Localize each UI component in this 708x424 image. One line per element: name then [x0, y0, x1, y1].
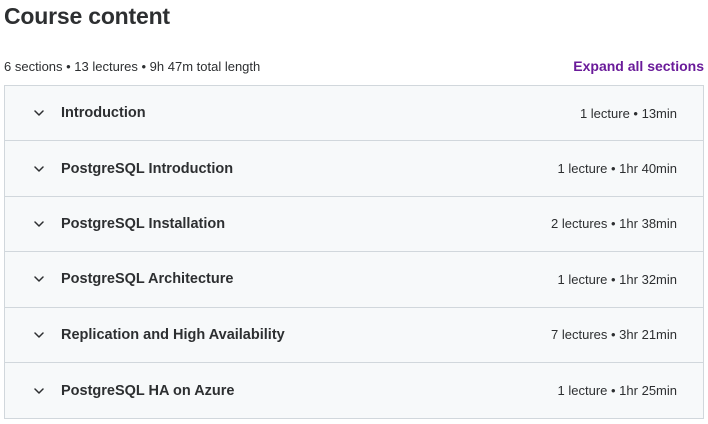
- sections-list: Introduction 1 lecture • 13min PostgreSQ…: [4, 85, 704, 420]
- section-title: PostgreSQL Introduction: [61, 160, 234, 177]
- section-title: PostgreSQL Installation: [61, 215, 226, 232]
- chevron-down-icon: [33, 385, 45, 397]
- section-info: 1 lecture • 1hr 32min: [557, 271, 677, 287]
- section-title: Replication and High Availability: [61, 326, 285, 343]
- section-item[interactable]: PostgreSQL HA on Azure 1 lecture • 1hr 2…: [5, 363, 703, 418]
- section-title: Introduction: [61, 105, 146, 122]
- chevron-down-icon: [33, 107, 45, 119]
- section-info: 1 lecture • 1hr 40min: [557, 161, 677, 177]
- section-item[interactable]: PostgreSQL Installation 2 lectures • 1hr…: [5, 197, 703, 253]
- section-info: 1 lecture • 13min: [579, 105, 677, 121]
- section-info: 1 lecture • 1hr 25min: [557, 383, 677, 399]
- section-item[interactable]: Replication and High Availability 7 lect…: [5, 308, 703, 363]
- section-title: PostgreSQL Architecture: [61, 271, 234, 288]
- chevron-down-icon: [33, 163, 45, 175]
- section-info: 7 lectures • 3hr 21min: [551, 327, 677, 343]
- section-item[interactable]: PostgreSQL Architecture 1 lecture • 1hr …: [5, 252, 703, 308]
- section-item[interactable]: PostgreSQL Introduction 1 lecture • 1hr …: [5, 141, 703, 197]
- course-summary-row: 6 sections • 13 lectures • 9h 47m total …: [4, 57, 704, 75]
- section-title: PostgreSQL HA on Azure: [61, 382, 235, 399]
- section-info: 2 lectures • 1hr 38min: [551, 216, 677, 232]
- chevron-down-icon: [33, 329, 45, 341]
- chevron-down-icon: [33, 218, 45, 230]
- course-summary: 6 sections • 13 lectures • 9h 47m total …: [4, 58, 261, 74]
- course-content-title: Course content: [4, 3, 170, 29]
- section-item[interactable]: Introduction 1 lecture • 13min: [5, 86, 703, 142]
- chevron-down-icon: [33, 273, 45, 285]
- expand-all-sections-button[interactable]: Expand all sections: [573, 58, 704, 74]
